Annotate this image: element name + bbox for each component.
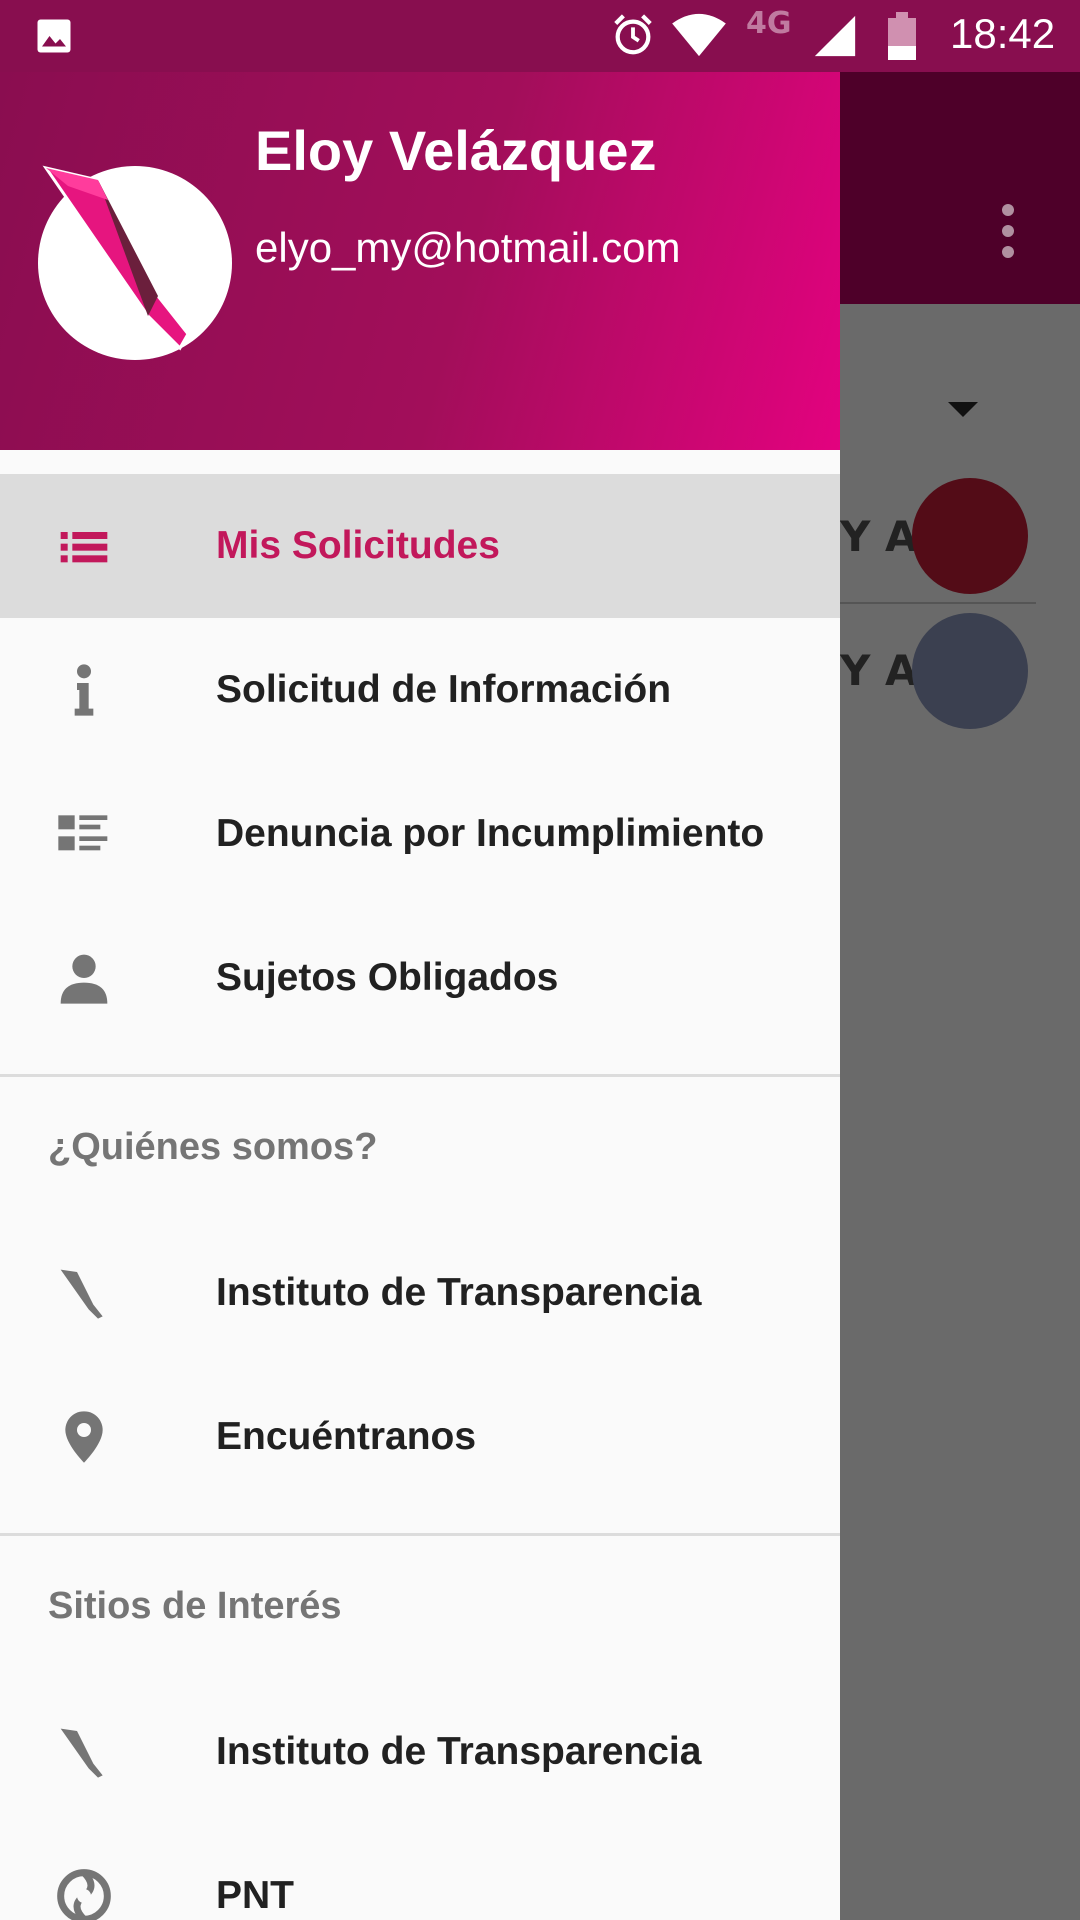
- section-title-quienes-somos: ¿Quiénes somos?: [48, 1126, 378, 1168]
- info-icon: [74, 664, 94, 716]
- background-row-text: Y A: [840, 512, 918, 561]
- menu-item-label: PNT: [216, 1874, 294, 1917]
- battery-icon: [888, 12, 916, 60]
- dropdown-arrow-icon[interactable]: [948, 402, 978, 417]
- wifi-icon: [672, 13, 726, 57]
- location-pin-icon: [65, 1411, 103, 1463]
- profile-avatar[interactable]: [38, 165, 232, 360]
- person-icon: [60, 954, 108, 1004]
- clock: 18:42: [950, 10, 1056, 57]
- menu-item-denuncia-incumplimiento[interactable]: Denuncia por Incumplimiento: [0, 762, 840, 906]
- background-row-avatar: [912, 478, 1028, 594]
- menu-item-mis-solicitudes[interactable]: Mis Solicitudes: [0, 474, 840, 618]
- menu-item-label: Mis Solicitudes: [216, 524, 500, 567]
- menu-item-label: Denuncia por Incumplimiento: [216, 812, 765, 855]
- drawer-header: Eloy Velázquez elyo_my@hotmail.com: [0, 72, 840, 450]
- user-name: Eloy Velázquez: [255, 119, 657, 182]
- menu-item-label: Instituto de Transparencia: [216, 1730, 702, 1773]
- menu-item-instituto-transparencia[interactable]: Instituto de Transparencia: [0, 1221, 840, 1365]
- institute-logo-icon: [42, 165, 190, 351]
- signal-icon: [814, 15, 856, 57]
- gallery-icon: [37, 19, 71, 53]
- menu-item-label: Solicitud de Información: [216, 668, 672, 711]
- menu-item-sitio-instituto-transparencia[interactable]: Instituto de Transparencia: [0, 1680, 840, 1824]
- list-icon: [60, 532, 108, 563]
- menu-item-solicitud-informacion[interactable]: Solicitud de Información: [0, 618, 840, 762]
- alarm-icon: [614, 14, 652, 55]
- pnt-logo-icon: [57, 1869, 111, 1920]
- network-type-label: 4G: [746, 6, 792, 41]
- report-list-icon: [58, 815, 108, 851]
- status-bar: 4G 18:42: [0, 0, 1080, 72]
- institute-logo-icon: [60, 1728, 103, 1778]
- navigation-drawer: Eloy Velázquez elyo_my@hotmail.com Mis S…: [0, 72, 840, 1920]
- menu-item-label: Encuéntranos: [216, 1415, 477, 1458]
- menu-item-label: Sujetos Obligados: [216, 956, 559, 999]
- background-row-text: Y A: [840, 646, 918, 695]
- background-row-avatar: [912, 613, 1028, 729]
- drawer-divider: [0, 1533, 840, 1536]
- background-row-divider: [840, 602, 1036, 604]
- overflow-menu-icon[interactable]: [1000, 204, 1016, 258]
- user-email: elyo_my@hotmail.com: [255, 224, 681, 271]
- menu-item-pnt[interactable]: PNT: [0, 1824, 840, 1920]
- menu-item-label: Instituto de Transparencia: [216, 1271, 702, 1314]
- drawer-divider: [0, 1074, 840, 1077]
- menu-item-sujetos-obligados[interactable]: Sujetos Obligados: [0, 906, 840, 1050]
- menu-item-encuentranos[interactable]: Encuéntranos: [0, 1365, 840, 1509]
- section-title-sitios-interes: Sitios de Interés: [48, 1585, 342, 1627]
- institute-logo-icon: [60, 1269, 103, 1319]
